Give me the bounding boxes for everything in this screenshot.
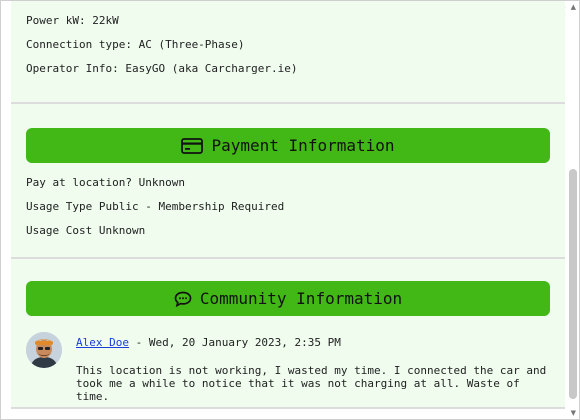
- credit-card-icon: [181, 137, 204, 154]
- chat-bubble-icon: [174, 291, 192, 307]
- scroll-down-arrow-icon[interactable]: ▼: [571, 409, 576, 417]
- comment-header: Alex Doe - Wed, 20 January 2023, 2:35 PM: [76, 336, 556, 350]
- connection-type-label: Connection type: AC (Three-Phase): [26, 38, 245, 51]
- scrollbar-thumb[interactable]: [569, 169, 577, 399]
- power-kw-label: Power kW: 22kW: [26, 14, 119, 27]
- comment-body: Alex Doe - Wed, 20 January 2023, 2:35 PM…: [76, 332, 556, 403]
- scrollbar[interactable]: [569, 15, 577, 407]
- charger-info-section: Power kW: 22kW Connection type: AC (Thre…: [11, 1, 565, 104]
- payment-information-header[interactable]: Payment Information: [26, 128, 550, 163]
- community-section: Community Information Alex Doe - Wed, 20…: [11, 259, 565, 409]
- avatar: [26, 332, 62, 368]
- comment-date: - Wed, 20 January 2023, 2:35 PM: [128, 336, 341, 349]
- usage-type-label: Usage Type Public - Membership Required: [26, 200, 285, 213]
- usage-cost-label: Usage Cost Unknown: [26, 224, 146, 237]
- charger-details-modal: × Power kW: 22kW Connection type: AC (Th…: [0, 0, 580, 420]
- payment-information-title: Payment Information: [211, 136, 395, 155]
- community-information-header[interactable]: Community Information: [26, 281, 550, 316]
- community-information-title: Community Information: [199, 289, 403, 308]
- scroll-up-arrow-icon[interactable]: ▲: [571, 3, 576, 11]
- payment-section: Payment Information Pay at location? Unk…: [11, 104, 565, 259]
- comment-item: Alex Doe - Wed, 20 January 2023, 2:35 PM…: [26, 332, 565, 403]
- comment-text: This location is not working, I wasted m…: [76, 364, 547, 403]
- modal-scroll-area[interactable]: Power kW: 22kW Connection type: AC (Thre…: [11, 1, 565, 409]
- operator-info-label: Operator Info: EasyGO (aka Carcharger.ie…: [26, 62, 298, 75]
- comment-author-link[interactable]: Alex Doe: [76, 336, 129, 349]
- pay-at-location-label: Pay at location? Unknown: [26, 176, 185, 189]
